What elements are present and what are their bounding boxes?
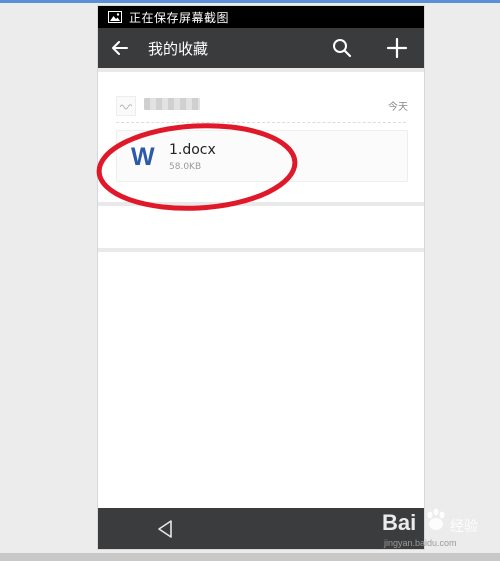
paw-icon: [424, 508, 448, 534]
dashed-divider: [116, 122, 406, 123]
watermark-url: jingyan.baidu.com: [384, 538, 457, 548]
phone-screen: 正在保存屏幕截图 我的收藏 今天 W 1.docx 58.0KB: [98, 6, 424, 549]
word-icon: W: [131, 143, 155, 171]
watermark-suffix: 经验: [450, 519, 478, 535]
baidu-watermark: Bai 经验 jingyan.baidu.com: [380, 502, 495, 552]
status-bar: 正在保存屏幕截图: [98, 6, 424, 28]
status-text: 正在保存屏幕截图: [129, 10, 230, 25]
bottom-taskbar: [0, 553, 500, 561]
triangle-back-icon[interactable]: [156, 519, 174, 539]
favorite-time: 今天: [388, 102, 408, 113]
file-name: 1.docx: [169, 142, 216, 158]
top-divider: [98, 68, 424, 72]
watermark-brand: Bai: [382, 510, 417, 535]
plus-icon[interactable]: [386, 37, 408, 59]
avatar-icon: [116, 96, 136, 116]
favorite-item-header: 今天: [116, 94, 408, 118]
back-arrow-icon[interactable]: [110, 38, 130, 58]
system-nav-bar: [98, 508, 424, 549]
sender-name-blurred: [144, 98, 200, 110]
image-icon: [108, 11, 122, 23]
file-size: 58.0KB: [169, 162, 202, 172]
page-title: 我的收藏: [148, 39, 209, 58]
item-divider: [98, 248, 424, 252]
app-bar: 我的收藏: [98, 28, 424, 68]
file-card[interactable]: W 1.docx 58.0KB: [116, 130, 408, 182]
top-accent-bar: [0, 0, 500, 3]
search-icon[interactable]: [332, 38, 352, 58]
favorites-list: 今天 W 1.docx 58.0KB: [98, 68, 424, 508]
item-divider: [98, 202, 424, 206]
